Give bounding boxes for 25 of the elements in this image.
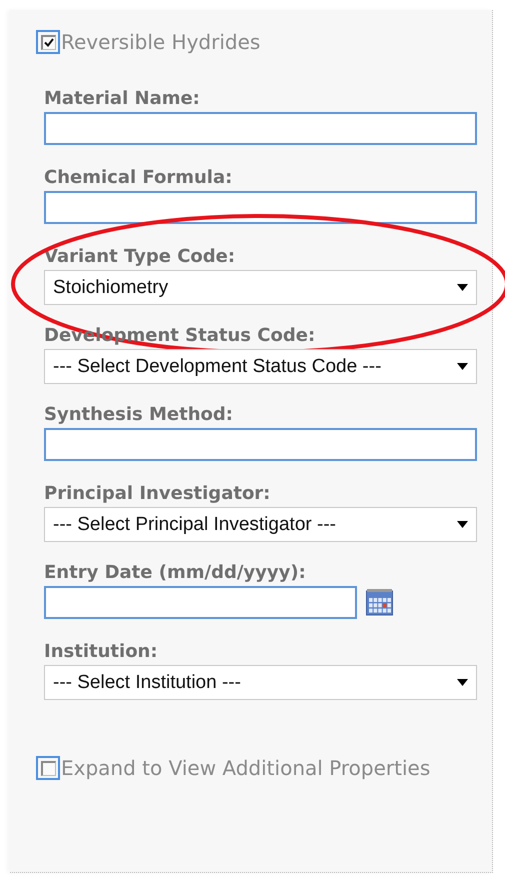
field-label: Institution: [44, 641, 159, 663]
caret-icon [457, 679, 468, 686]
text-field[interactable] [44, 191, 477, 224]
caret-icon [457, 284, 468, 291]
checkbox-label: Expand to View Additional Properties [61, 756, 430, 780]
field-label: Chemical Formula: [44, 167, 234, 189]
field-label: Entry Date (mm/dd/yyyy): [44, 562, 307, 584]
field-label: Variant Type Code: [44, 246, 236, 268]
caret-icon [457, 363, 468, 370]
checkbox-label: Reversible Hydrides [61, 30, 260, 54]
dropdown[interactable]: --- Select Development Status Code --- [44, 349, 477, 384]
text-field[interactable] [44, 428, 477, 461]
dropdown[interactable]: Stoichiometry [44, 270, 477, 305]
check-icon [44, 38, 54, 47]
dropdown[interactable]: --- Select Principal Investigator --- [44, 507, 477, 542]
checkbox[interactable] [40, 760, 56, 776]
checkbox[interactable] [40, 34, 56, 50]
text-field[interactable] [44, 112, 477, 145]
dropdown[interactable]: --- Select Institution --- [44, 665, 477, 700]
field-label: Material Name: [44, 88, 201, 110]
caret-icon [457, 521, 468, 528]
calendar-icon[interactable] [366, 589, 393, 616]
field-label: Synthesis Method: [44, 404, 234, 426]
field-label: Principal Investigator: [44, 483, 272, 505]
date-field[interactable] [44, 586, 357, 619]
